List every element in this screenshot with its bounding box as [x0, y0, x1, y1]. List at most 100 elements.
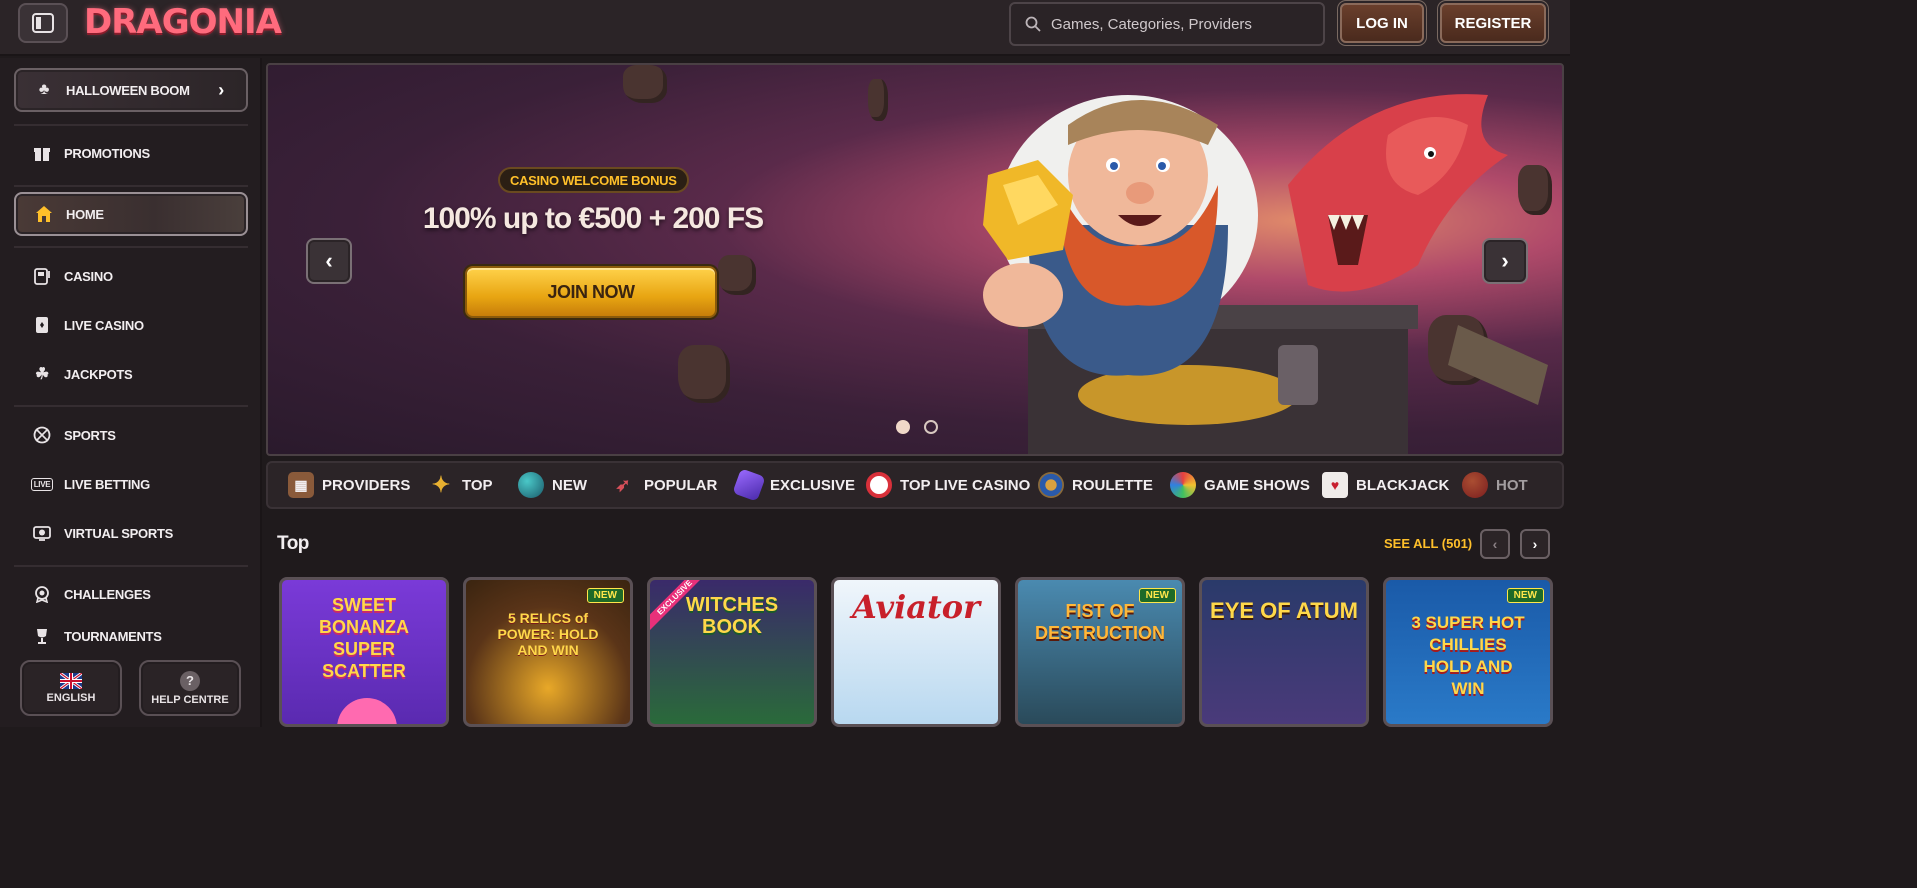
decor-rock [678, 345, 730, 403]
divider [14, 124, 248, 126]
category-label: GAME SHOWS [1204, 476, 1310, 494]
slide-dot-2[interactable] [924, 420, 938, 434]
game-title: 3 SUPER HOT CHILLIES HOLD AND WIN [1411, 613, 1525, 698]
sidebar-item-label: HOME [66, 206, 104, 222]
category-label: NEW [552, 476, 587, 494]
uk-flag-icon [60, 672, 82, 689]
sidebar-item-label: HALLOWEEN BOOM [66, 82, 190, 98]
category-exclusive[interactable]: EXCLUSIVE [732, 463, 855, 507]
category-roulette[interactable]: ROULETTE [1038, 463, 1153, 507]
game-card[interactable]: 5 RELICS of POWER: HOLD AND WIN NEW [463, 577, 633, 727]
see-all-link[interactable]: SEE ALL (501) [1384, 536, 1472, 551]
sidebar-item-live-casino[interactable]: LIVE CASINO [14, 303, 248, 347]
chili-icon [1462, 472, 1488, 498]
game-card[interactable]: SWEET BONANZA SUPER SCATTER [279, 577, 449, 727]
join-now-button[interactable]: JOIN NOW [465, 266, 717, 318]
game-title: 5 RELICS of POWER: HOLD AND WIN [497, 610, 599, 658]
egg-icon [518, 472, 544, 498]
category-label: POPULAR [644, 476, 718, 494]
category-new[interactable]: NEW [518, 463, 587, 507]
dragonia-logo[interactable]: DRAGONIA [84, 2, 282, 42]
roulette-icon [1038, 472, 1064, 498]
category-blackjack[interactable]: ♥ BLACKJACK [1322, 463, 1449, 507]
game-title: SWEET BONANZA SUPER SCATTER [319, 595, 409, 681]
login-button[interactable]: LOG IN [1340, 3, 1424, 43]
cards-icon [32, 315, 52, 335]
game-title: EYE OF ATUM [1210, 598, 1358, 623]
category-label: ROULETTE [1072, 476, 1153, 494]
game-title: FIST OF DESTRUCTION [1035, 601, 1165, 643]
hero-title: 100% up to €500 + 200 FS [422, 202, 764, 235]
sidebar-item-home[interactable]: HOME [14, 192, 248, 236]
sidebar-item-promotions[interactable]: PROMOTIONS [14, 131, 248, 175]
sidebar-toggle-button[interactable] [18, 3, 68, 43]
category-providers[interactable]: ▦ PROVIDERS [288, 463, 410, 507]
sidebar-item-label: LIVE CASINO [64, 317, 144, 333]
chip-icon [866, 472, 892, 498]
clover-icon: ☘ [34, 366, 50, 383]
sidebar-item-jackpots[interactable]: ☘ JACKPOTS [14, 352, 248, 396]
help-label: HELP CENTRE [151, 693, 229, 706]
ball-icon [32, 425, 52, 445]
category-bar: ▦ PROVIDERS ✦ TOP NEW ➶ POPULAR EXCLUSIV… [266, 461, 1564, 509]
game-card[interactable]: WITCHES BOOK EXCLUSIVE [647, 577, 817, 727]
divider [14, 246, 248, 248]
category-label: BLACKJACK [1356, 476, 1450, 494]
category-label: PROVIDERS [322, 476, 411, 494]
category-label: TOP [462, 476, 493, 494]
rocket-icon: ➶ [615, 474, 631, 495]
category-label: TOP LIVE CASINO [900, 476, 1031, 494]
game-card[interactable]: EYE OF ATUM [1199, 577, 1369, 727]
help-centre-button[interactable]: ? HELP CENTRE [139, 660, 241, 716]
sidebar-item-casino[interactable]: CASINO [14, 254, 248, 298]
chevron-right-icon: › [218, 80, 224, 100]
search-box[interactable]: Games, Categories, Providers [1009, 2, 1325, 46]
slide-dot-1[interactable] [896, 420, 910, 434]
sidebar-item-halloween-boom[interactable]: ♣ HALLOWEEN BOOM › [14, 68, 248, 112]
language-label: ENGLISH [46, 691, 96, 704]
register-button[interactable]: REGISTER [1440, 3, 1546, 43]
sidebar-item-label: PROMOTIONS [64, 145, 150, 161]
game-title: Aviator [852, 588, 980, 626]
sidebar-toggle-icon [32, 13, 54, 33]
category-popular[interactable]: ➶ POPULAR [610, 463, 717, 507]
category-game-shows[interactable]: GAME SHOWS [1170, 463, 1310, 507]
divider [14, 405, 248, 407]
bat-icon: ♣ [38, 81, 50, 98]
candy-art [337, 698, 397, 724]
star-icon: ✦ [431, 472, 451, 497]
home-icon [34, 204, 54, 224]
sidebar-item-sports[interactable]: SPORTS [14, 413, 248, 457]
live-icon: LIVE [30, 474, 54, 494]
hero-banner[interactable]: CASINO WELCOME BONUS 100% up to €500 + 2… [266, 63, 1564, 456]
hero-prev-button[interactable]: ‹ [306, 238, 352, 284]
sidebar-item-live-betting[interactable]: LIVE LIVE BETTING [14, 462, 248, 506]
new-badge: NEW [1138, 588, 1176, 603]
sidebar-item-tournaments[interactable]: TOURNAMENTS [14, 621, 248, 651]
new-badge: NEW [1506, 588, 1544, 603]
game-card[interactable]: FIST OF DESTRUCTION NEW [1015, 577, 1185, 727]
category-top-live-casino[interactable]: TOP LIVE CASINO [866, 463, 1030, 507]
games-prev-button[interactable]: ‹ [1480, 529, 1510, 559]
divider [14, 185, 248, 187]
casino-welcome-bonus-badge: CASINO WELCOME BONUS [498, 167, 689, 193]
game-card[interactable]: 3 SUPER HOT CHILLIES HOLD AND WIN NEW [1383, 577, 1553, 727]
games-next-button[interactable]: › [1520, 529, 1550, 559]
gem-icon [732, 468, 766, 502]
language-selector[interactable]: ENGLISH [20, 660, 122, 716]
playing-cards-icon: ♥ [1322, 472, 1348, 498]
dwarf-dragon-illustration [983, 94, 1548, 454]
wheel-icon [1170, 472, 1196, 498]
game-card[interactable]: Aviator [831, 577, 1001, 727]
category-hot[interactable]: HOT [1462, 463, 1528, 507]
category-top[interactable]: ✦ TOP [428, 463, 493, 507]
sidebar-item-challenges[interactable]: CHALLENGES [14, 572, 248, 616]
search-placeholder[interactable]: Games, Categories, Providers [1051, 16, 1252, 33]
hero-next-button[interactable]: › [1482, 238, 1528, 284]
decor-rock [623, 65, 667, 103]
chevron-right-icon: › [1501, 248, 1509, 273]
providers-icon: ▦ [288, 472, 314, 498]
category-label: HOT [1496, 476, 1528, 494]
sidebar-item-virtual-sports[interactable]: VIRTUAL SPORTS [14, 511, 248, 555]
section-title: Top [277, 533, 309, 554]
